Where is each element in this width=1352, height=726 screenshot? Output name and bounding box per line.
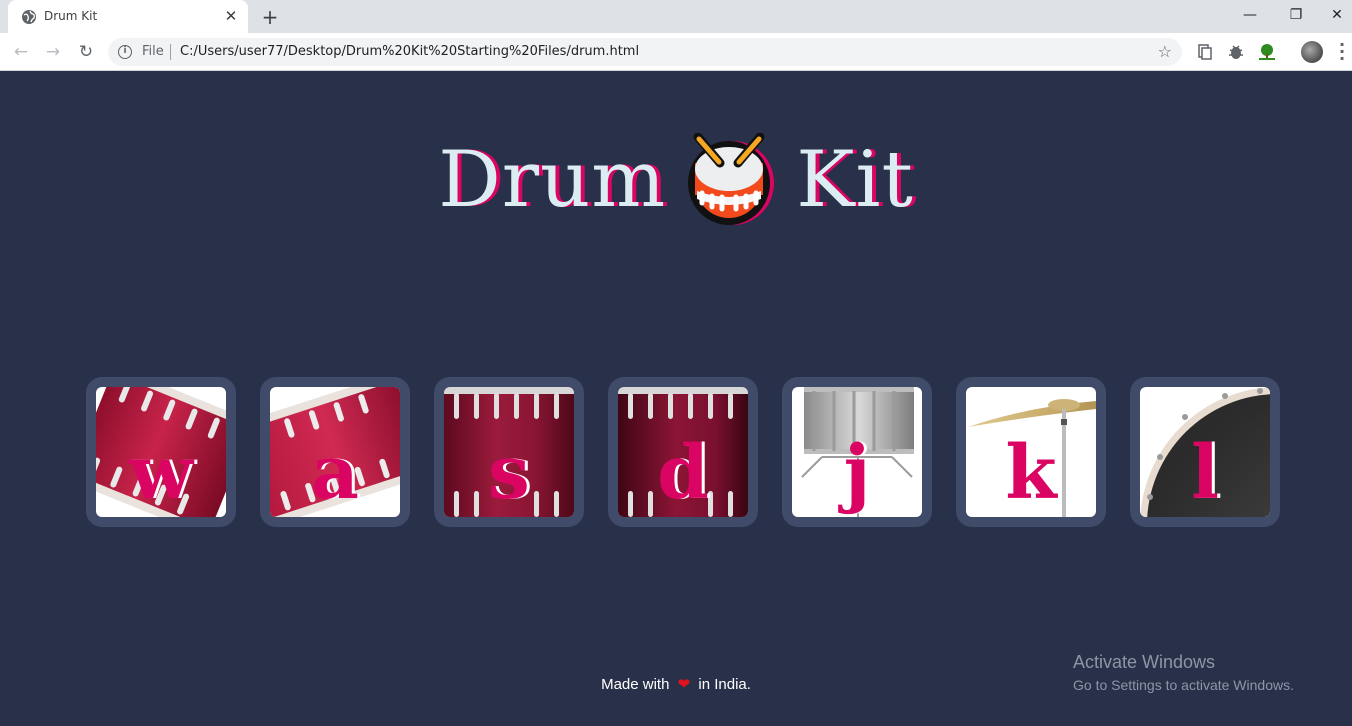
menu-icon[interactable]: · · · [1336,37,1348,67]
address-url[interactable]: C:/Users/user77/Desktop/Drum%20Kit%20Sta… [180,44,639,59]
address-scheme: File [142,44,164,59]
watermark-subtitle: Go to Settings to activate Windows. [1073,677,1294,693]
footer-text-after: in India. [698,676,751,693]
drum-key-s: s [488,430,530,516]
drum-image-w: w [96,387,226,517]
drum-key-d: d [657,430,709,516]
copy-extension-icon[interactable] [1194,42,1214,62]
bug-extension-icon[interactable] [1226,42,1246,62]
page-title: Drum Kit [0,133,1352,227]
window-close-icon[interactable]: ✕ [1322,4,1352,28]
browser-toolbar: ← → ↻ i File C:/Users/user77/Desktop/Dru… [0,33,1352,71]
drum-image-k: k [966,387,1096,517]
title-word-drum: Drum [438,135,667,225]
watermark-title: Activate Windows [1073,652,1216,672]
drum-image-l: l [1140,387,1270,517]
drum-emoji-icon [688,133,775,225]
drum-set: w a s d j k l [86,377,1282,527]
tree-extension-icon[interactable] [1257,42,1277,62]
info-icon[interactable]: i [118,45,132,59]
drum-image-d: d [618,387,748,517]
drum-button-a[interactable]: a [260,377,410,527]
drum-button-d[interactable]: d [608,377,758,527]
plus-icon[interactable]: + [258,5,282,29]
tab-title: Drum Kit [44,9,98,23]
page-content: Drum Kit w a s d j k l Made with ❤ in In… [0,71,1352,726]
windows-activation-watermark: Activate Windows Go to Settings to activ… [1073,652,1294,693]
avatar[interactable] [1301,41,1323,63]
arrow-left-icon[interactable]: ← [10,41,32,63]
address-bar[interactable]: i File C:/Users/user77/Desktop/Drum%20Ki… [108,38,1182,66]
drum-image-s: s [444,387,574,517]
drum-button-w[interactable]: w [86,377,236,527]
minimize-icon[interactable]: — [1230,4,1270,28]
drum-image-j: j [792,387,922,517]
drum-key-w: w [129,430,193,516]
drum-button-j[interactable]: j [782,377,932,527]
globe-icon [22,10,36,24]
drum-key-k: k [1005,430,1057,516]
drum-key-a: a [311,430,359,516]
drum-image-a: a [270,387,400,517]
browser-tab[interactable]: Drum Kit ✕ [8,0,248,33]
drum-button-k[interactable]: k [956,377,1106,527]
tab-bar: Drum Kit ✕ + — ❐ ✕ [0,0,1352,33]
restore-icon[interactable]: ❐ [1276,4,1316,28]
arrow-right-icon[interactable]: → [42,41,64,63]
drum-key-j: j [843,430,871,516]
drum-button-s[interactable]: s [434,377,584,527]
drum-key-l: l [1190,430,1220,516]
reload-icon[interactable]: ↻ [75,41,97,63]
drum-button-l[interactable]: l [1130,377,1280,527]
footer-text-before: Made with [601,676,670,693]
title-word-kit: Kit [796,135,914,225]
star-icon[interactable]: ☆ [1158,42,1172,61]
address-separator [170,44,171,60]
heart-icon: ❤ [677,676,691,693]
close-icon[interactable]: ✕ [222,7,240,25]
